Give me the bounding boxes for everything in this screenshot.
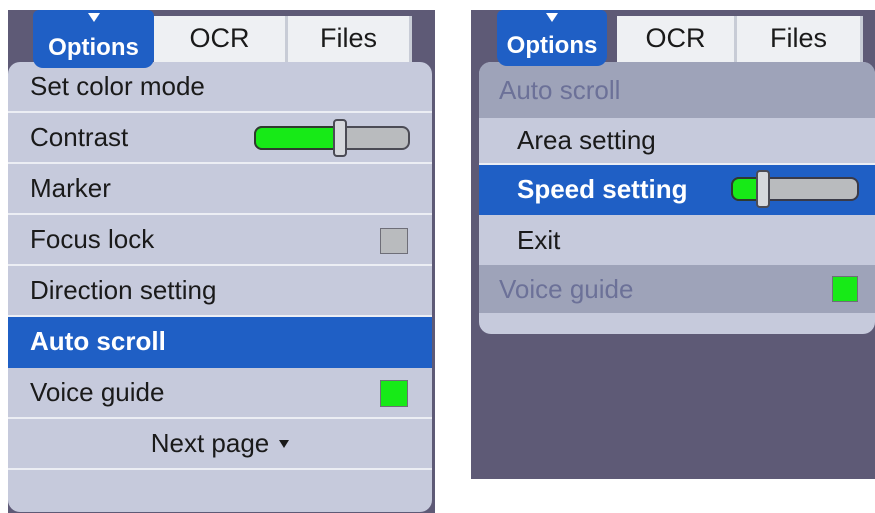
menu-item-label: Contrast bbox=[30, 122, 129, 152]
chevron-down-icon bbox=[279, 439, 290, 448]
submenu-header-label: Auto scroll bbox=[499, 74, 621, 105]
tab-files[interactable]: Files bbox=[737, 16, 863, 62]
options-menu: Set color mode Contrast Marker Focus loc… bbox=[8, 62, 432, 512]
next-page-content: Next page bbox=[8, 419, 432, 468]
focus-lock-checkbox[interactable] bbox=[380, 228, 408, 254]
menu-item-focus-lock[interactable]: Focus lock bbox=[8, 215, 432, 266]
menu-item-label: Focus lock bbox=[30, 224, 155, 254]
voice-guide-checkbox[interactable] bbox=[380, 380, 408, 407]
tab-bar: OCR Files Options bbox=[471, 10, 875, 66]
auto-scroll-submenu: Auto scroll Area setting Speed setting E… bbox=[479, 62, 875, 334]
menu-item-exit[interactable]: Exit bbox=[479, 215, 875, 265]
menu-item-speed-setting[interactable]: Speed setting bbox=[479, 165, 875, 215]
menu-item-label: Marker bbox=[30, 173, 111, 203]
contrast-slider[interactable] bbox=[254, 118, 410, 157]
dropdown-arrow-icon bbox=[546, 13, 558, 22]
menu-item-voice-guide[interactable]: Voice guide bbox=[479, 265, 875, 313]
menu-item-voice-guide[interactable]: Voice guide bbox=[8, 368, 432, 419]
next-page-button[interactable]: Next page bbox=[8, 419, 432, 470]
slider-knob[interactable] bbox=[756, 170, 770, 208]
menu-item-auto-scroll[interactable]: Auto scroll bbox=[8, 317, 432, 368]
tab-options[interactable]: Options bbox=[497, 10, 607, 66]
submenu-header-auto-scroll: Auto scroll bbox=[479, 62, 875, 118]
menu-item-contrast[interactable]: Contrast bbox=[8, 113, 432, 164]
slider-fill bbox=[254, 125, 340, 150]
tab-bar: OCR Files Options bbox=[8, 10, 435, 68]
menu-item-label: Exit bbox=[517, 224, 561, 255]
menu-item-direction-setting[interactable]: Direction setting bbox=[8, 266, 432, 317]
tab-ocr[interactable]: OCR bbox=[617, 16, 737, 62]
left-screen: OCR Files Options Set color mode Contras… bbox=[8, 10, 435, 513]
next-page-label: Next page bbox=[150, 428, 270, 458]
tab-options-label: Options bbox=[48, 34, 139, 61]
menu-item-label: Voice guide bbox=[30, 377, 165, 407]
menu-item-label: Speed setting bbox=[517, 173, 688, 204]
menu-item-label: Auto scroll bbox=[30, 326, 166, 356]
slider-knob[interactable] bbox=[332, 118, 347, 157]
menu-item-set-color-mode[interactable]: Set color mode bbox=[8, 62, 432, 113]
menu-item-label: Set color mode bbox=[30, 71, 205, 101]
menu-item-marker[interactable]: Marker bbox=[8, 164, 432, 215]
tab-options-label: Options bbox=[506, 32, 598, 59]
menu-item-area-setting[interactable]: Area setting bbox=[479, 118, 875, 165]
menu-item-label: Voice guide bbox=[499, 273, 634, 304]
tab-options[interactable]: Options bbox=[33, 10, 154, 68]
tab-files[interactable]: Files bbox=[288, 16, 412, 62]
right-screen: OCR Files Options Auto scroll Area setti… bbox=[471, 10, 875, 479]
dropdown-arrow-icon bbox=[87, 13, 100, 22]
menu-item-label: Direction setting bbox=[30, 275, 217, 305]
voice-guide-checkbox[interactable] bbox=[832, 276, 858, 302]
speed-slider[interactable] bbox=[731, 170, 859, 208]
menu-item-label: Area setting bbox=[517, 125, 656, 155]
tab-ocr[interactable]: OCR bbox=[154, 16, 288, 62]
